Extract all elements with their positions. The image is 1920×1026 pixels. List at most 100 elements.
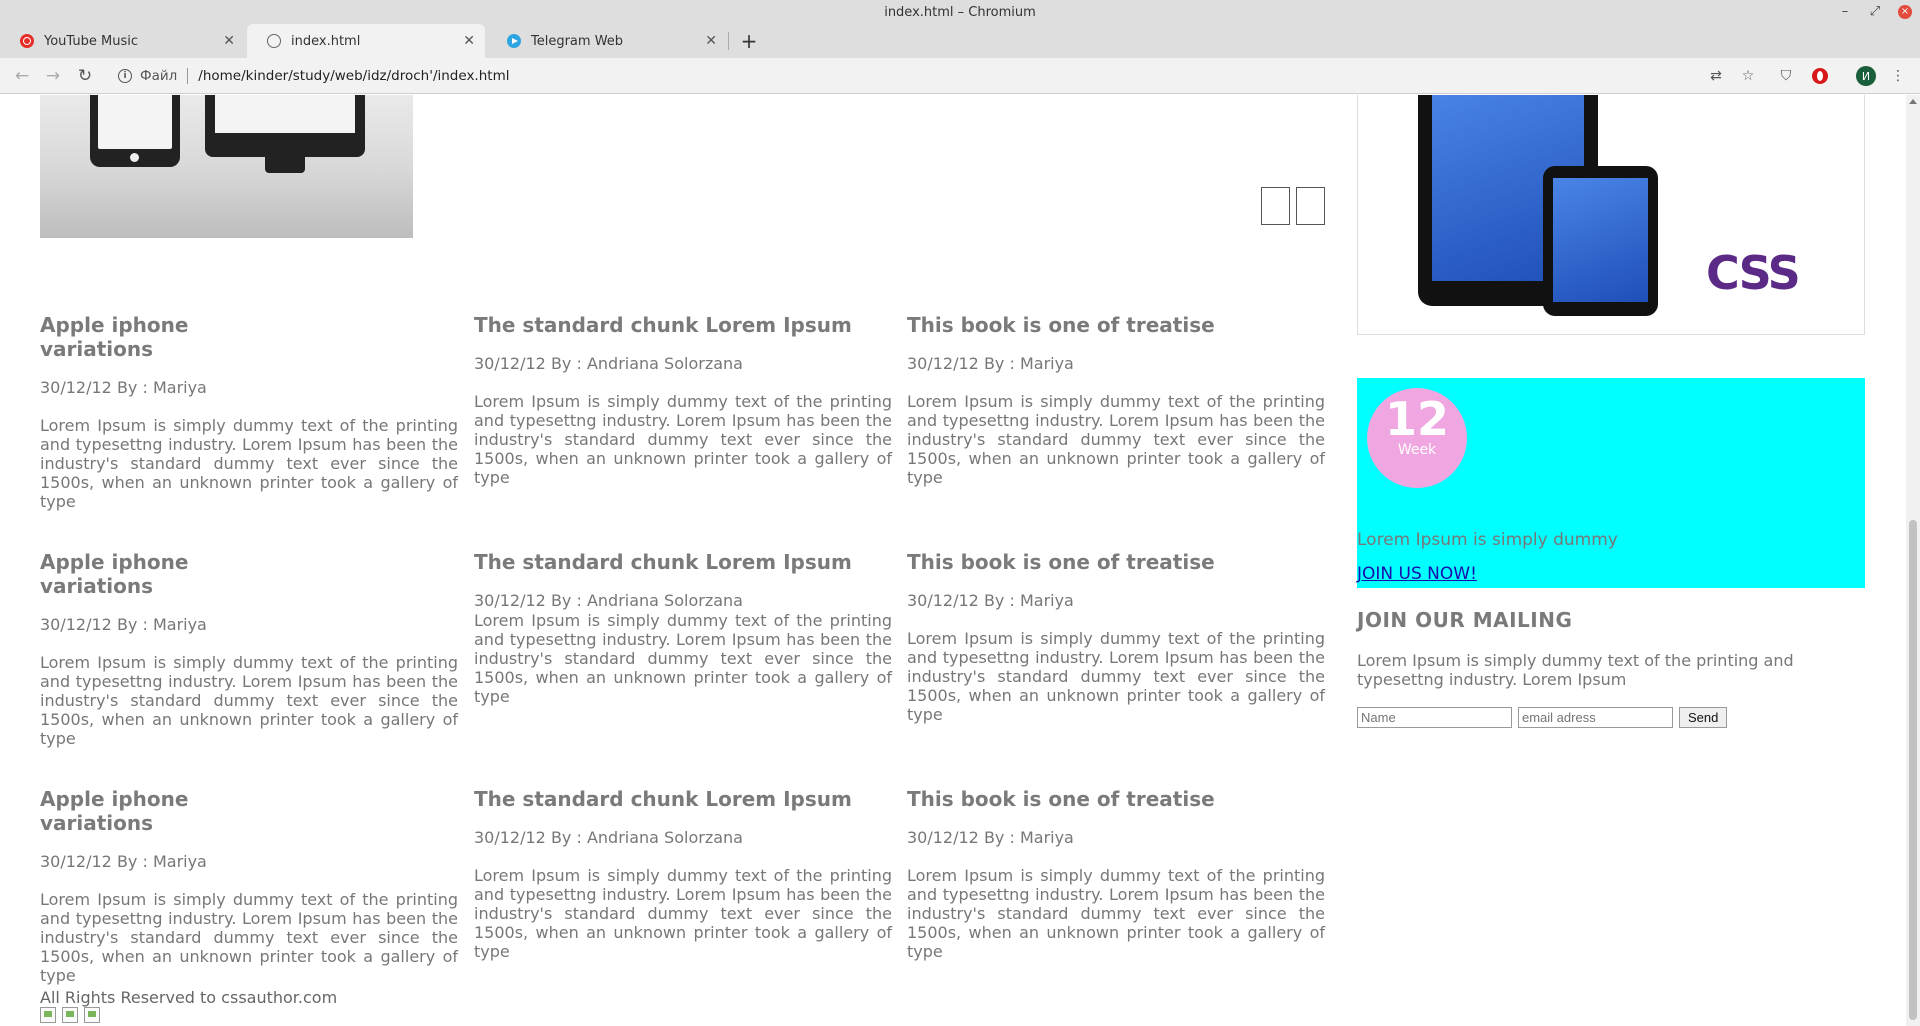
- post-meta: 30/12/12 By : Andriana Solorzana: [474, 591, 743, 610]
- opera-icon: [1812, 68, 1828, 84]
- post-body: Lorem Ipsum is simply dummy text of the …: [907, 866, 1325, 961]
- shield-icon: ⛉: [1780, 68, 1792, 84]
- info-icon[interactable]: i: [118, 69, 132, 83]
- extension-opera-button[interactable]: [1806, 62, 1834, 90]
- post-body: Lorem Ipsum is simply dummy text of the …: [907, 629, 1325, 724]
- post-card: This book is one of treatise 30/12/12 By…: [907, 787, 1325, 961]
- broken-image-icon[interactable]: [62, 1007, 78, 1023]
- post-card: Apple iphone variations 30/12/12 By : Ma…: [40, 787, 458, 985]
- post-title[interactable]: This book is one of treatise: [907, 313, 1325, 337]
- slider-next-button[interactable]: [1296, 187, 1325, 225]
- back-button[interactable]: ←: [8, 62, 36, 90]
- post-meta: 30/12/12 By : Mariya: [907, 591, 1074, 610]
- tab-label: Telegram Web: [531, 33, 624, 49]
- post-body: Lorem Ipsum is simply dummy text of the …: [474, 392, 892, 487]
- post-title[interactable]: Apple iphone variations: [40, 787, 220, 835]
- hero-devices-image: [40, 95, 413, 238]
- kebab-menu-icon: ⋮: [1891, 68, 1905, 84]
- post-body: Lorem Ipsum is simply dummy text of the …: [40, 416, 458, 511]
- mailing-form: Send: [1357, 707, 1728, 728]
- translate-icon: ⇄: [1710, 68, 1722, 84]
- close-window-button[interactable]: ×: [1890, 0, 1920, 24]
- tab-close-icon[interactable]: ✕: [223, 33, 235, 49]
- profile-button[interactable]: И: [1852, 62, 1880, 90]
- post-title[interactable]: Apple iphone variations: [40, 550, 220, 598]
- reload-icon: ↻: [77, 66, 93, 86]
- arrow-right-icon: →: [45, 66, 61, 86]
- post-body: Lorem Ipsum is simply dummy text of the …: [474, 866, 892, 961]
- star-icon: ☆: [1741, 68, 1755, 84]
- broken-image-icon[interactable]: [40, 1007, 56, 1023]
- post-meta: 30/12/12 By : Mariya: [907, 828, 1074, 847]
- forward-button[interactable]: →: [39, 62, 67, 90]
- css-logo: CSS: [1706, 246, 1801, 300]
- tab-separator: [728, 32, 729, 50]
- browser-toolbar: ← → ↻ i Файл /home/kinder/study/web/idz/…: [0, 58, 1920, 94]
- post-body: Lorem Ipsum is simply dummy text of the …: [40, 653, 458, 748]
- page-viewport: Apple iphone variations 30/12/12 By : Ma…: [0, 95, 1906, 1026]
- tablet-silhouette: [90, 95, 180, 167]
- name-input[interactable]: [1357, 707, 1512, 728]
- translate-button[interactable]: ⇄: [1702, 62, 1730, 90]
- slider-prev-button[interactable]: [1261, 187, 1290, 225]
- post-title[interactable]: The standard chunk Lorem Ipsum: [474, 313, 892, 337]
- scrollbar-thumb[interactable]: [1909, 520, 1917, 1020]
- post-card: This book is one of treatise 30/12/12 By…: [907, 313, 1325, 487]
- post-body: Lorem Ipsum is simply dummy text of the …: [474, 611, 892, 706]
- avatar: И: [1856, 66, 1876, 86]
- post-title[interactable]: Apple iphone variations: [40, 313, 220, 361]
- arrow-left-icon: ←: [14, 66, 30, 86]
- tab-telegram-web[interactable]: Telegram Web ✕: [487, 24, 727, 58]
- post-title[interactable]: The standard chunk Lorem Ipsum: [474, 787, 892, 811]
- post-body: Lorem Ipsum is simply dummy text of the …: [907, 392, 1325, 487]
- page-scrollbar[interactable]: [1906, 95, 1920, 1026]
- close-icon: ×: [1898, 5, 1912, 19]
- scroll-up-arrow-icon[interactable]: [1909, 99, 1917, 104]
- post-title[interactable]: This book is one of treatise: [907, 550, 1325, 574]
- email-input[interactable]: [1518, 707, 1673, 728]
- window-titlebar: index.html – Chromium – ⤢ ×: [0, 0, 1920, 24]
- extension-shield-button[interactable]: ⛉: [1772, 62, 1800, 90]
- post-card: The standard chunk Lorem Ipsum 30/12/12 …: [474, 787, 892, 961]
- post-meta: 30/12/12 By : Andriana Solorzana: [474, 354, 743, 373]
- footer-social-icons: [40, 1007, 100, 1023]
- footer-copyright: All Rights Reserved to cssauthor.com: [40, 988, 338, 1007]
- tab-index-html[interactable]: index.html ✕: [247, 24, 485, 58]
- url-text[interactable]: /home/kinder/study/web/idz/droch'/index.…: [198, 68, 509, 84]
- post-title[interactable]: This book is one of treatise: [907, 787, 1325, 811]
- menu-button[interactable]: ⋮: [1884, 62, 1912, 90]
- tab-youtube-music[interactable]: YouTube Music ✕: [0, 24, 245, 58]
- window-title: index.html – Chromium: [884, 5, 1036, 20]
- address-bar[interactable]: i Файл /home/kinder/study/web/idz/droch'…: [110, 62, 1710, 90]
- post-card: The standard chunk Lorem Ipsum 30/12/12 …: [474, 313, 892, 487]
- post-meta: 30/12/12 By : Mariya: [40, 378, 207, 397]
- post-meta: 30/12/12 By : Mariya: [907, 354, 1074, 373]
- globe-icon: [267, 34, 281, 48]
- post-meta: 30/12/12 By : Mariya: [40, 852, 207, 871]
- youtube-music-icon: [20, 34, 34, 48]
- post-card: Apple iphone variations 30/12/12 By : Ma…: [40, 313, 458, 511]
- post-title[interactable]: The standard chunk Lorem Ipsum: [474, 550, 892, 574]
- bookmark-button[interactable]: ☆: [1734, 62, 1762, 90]
- minimize-button[interactable]: –: [1830, 0, 1860, 24]
- tab-close-icon[interactable]: ✕: [463, 33, 475, 49]
- post-card: Apple iphone variations 30/12/12 By : Ma…: [40, 550, 458, 748]
- post-card: The standard chunk Lorem Ipsum 30/12/12 …: [474, 550, 892, 706]
- scheme-label: Файл: [140, 68, 178, 84]
- omnibox-separator: [187, 68, 189, 84]
- post-body: Lorem Ipsum is simply dummy text of the …: [40, 890, 458, 985]
- post-card: This book is one of treatise 30/12/12 By…: [907, 550, 1325, 724]
- week-badge: 12 Week: [1367, 388, 1467, 488]
- reload-button[interactable]: ↻: [71, 62, 99, 90]
- join-us-link[interactable]: JOIN US NOW!: [1357, 564, 1477, 584]
- promo-text: Lorem Ipsum is simply dummy: [1357, 530, 1618, 550]
- tab-close-icon[interactable]: ✕: [705, 33, 717, 49]
- sidebar-tablets-image: CSS: [1357, 95, 1865, 335]
- tab-label: index.html: [291, 33, 361, 49]
- send-button[interactable]: Send: [1679, 707, 1728, 728]
- mailing-title: JOIN OUR MAILING: [1357, 608, 1573, 632]
- broken-image-icon[interactable]: [84, 1007, 100, 1023]
- new-tab-button[interactable]: +: [736, 24, 762, 58]
- maximize-button[interactable]: ⤢: [1860, 0, 1890, 24]
- badge-number: 12: [1384, 392, 1449, 446]
